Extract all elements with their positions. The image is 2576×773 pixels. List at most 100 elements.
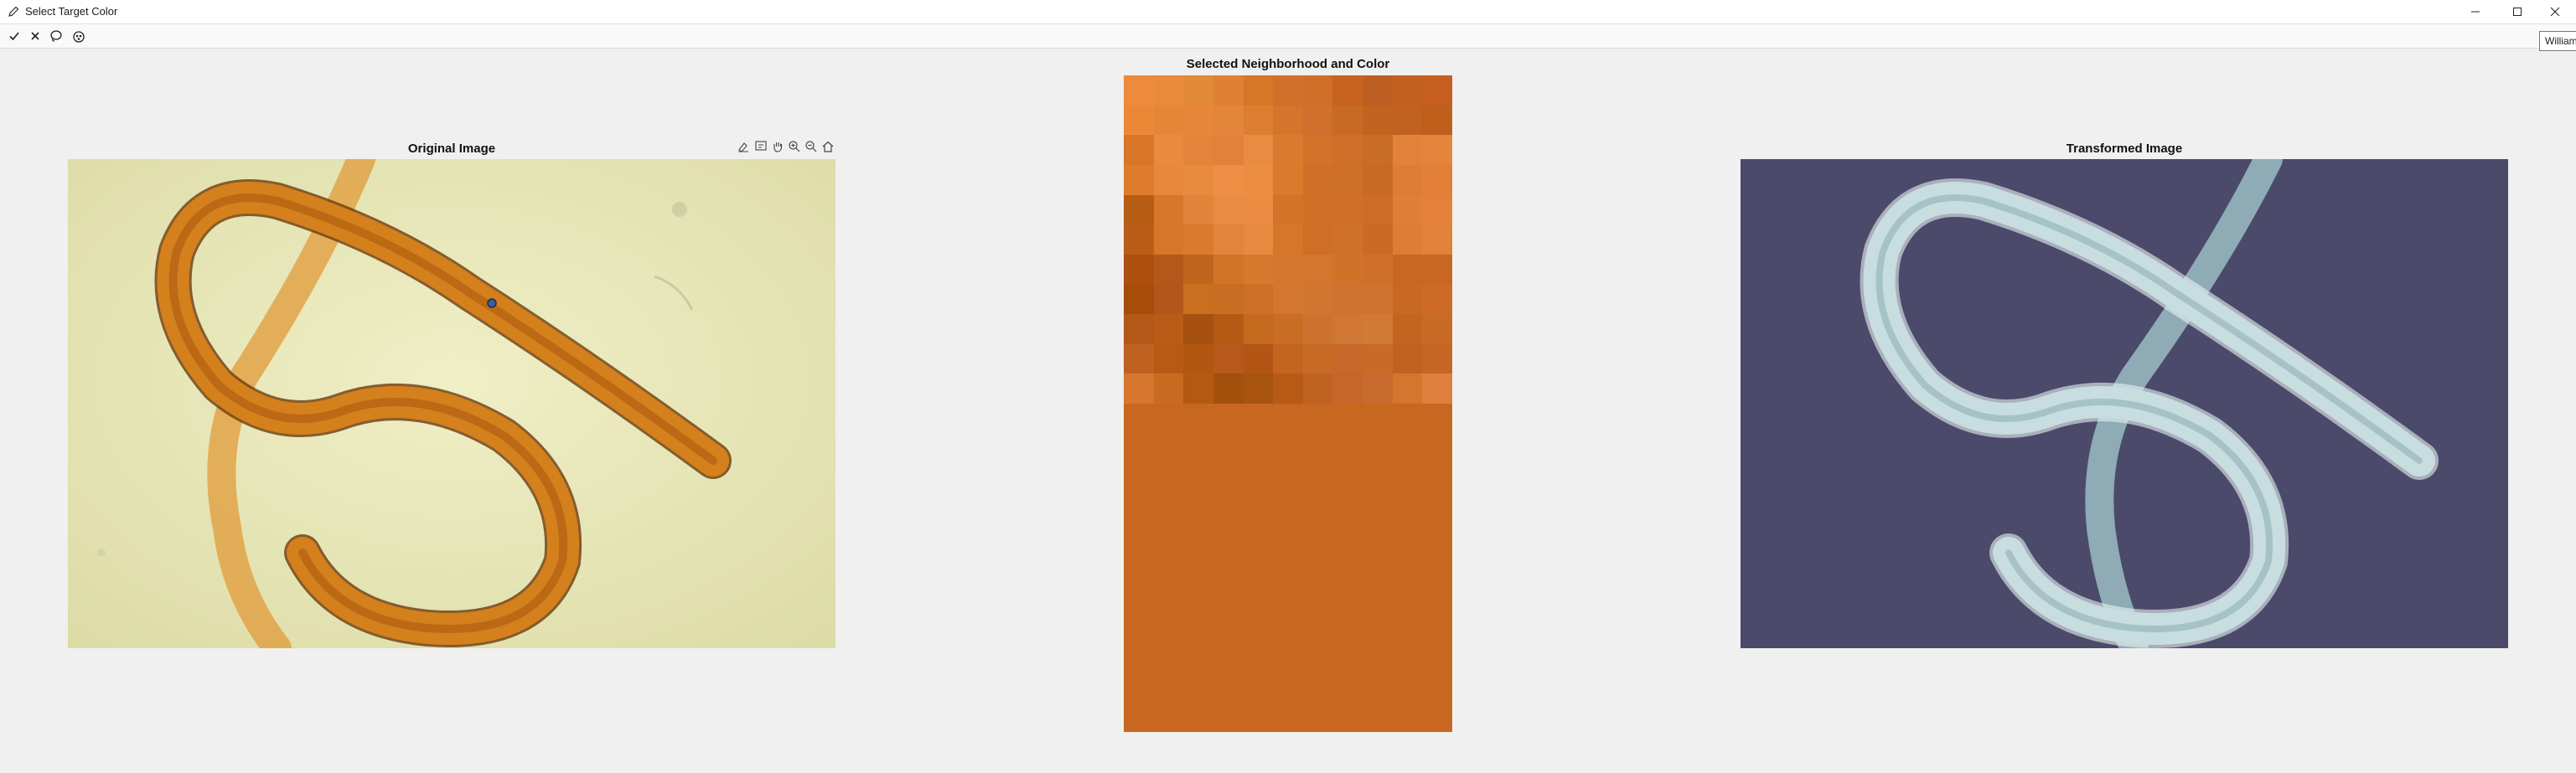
neighborhood-pixel bbox=[1213, 164, 1244, 195]
neighborhood-pixel bbox=[1183, 254, 1213, 285]
selection-marker[interactable] bbox=[487, 298, 497, 308]
neighborhood-pixel bbox=[1332, 224, 1363, 255]
neighborhood-pixel bbox=[1153, 105, 1184, 136]
neighborhood-pixel bbox=[1332, 135, 1363, 165]
neighborhood-pixel bbox=[1243, 284, 1274, 315]
home-icon bbox=[822, 141, 834, 152]
lasso-icon bbox=[50, 30, 62, 42]
pan-hand-icon bbox=[773, 142, 783, 152]
transformed-image-axes[interactable] bbox=[1741, 159, 2508, 648]
neighborhood-pixel bbox=[1153, 314, 1184, 344]
zoom-out-button[interactable] bbox=[804, 139, 819, 154]
neighborhood-pixel bbox=[1392, 75, 1423, 106]
neighborhood-pixel bbox=[1392, 105, 1423, 136]
neighborhood-pixel bbox=[1124, 224, 1154, 255]
neighborhood-pixel bbox=[1363, 284, 1393, 315]
accept-button[interactable] bbox=[6, 28, 23, 44]
color-picker-button[interactable] bbox=[70, 28, 87, 44]
neighborhood-title: Selected Neighborhood and Color bbox=[1186, 57, 1390, 71]
pencil-icon bbox=[8, 6, 19, 17]
neighborhood-pixel bbox=[1213, 75, 1244, 106]
neighborhood-pixel bbox=[1422, 374, 1452, 404]
lasso-button[interactable] bbox=[48, 28, 65, 44]
neighborhood-pixel bbox=[1273, 343, 1303, 374]
neighborhood-pixel bbox=[1273, 374, 1303, 404]
neighborhood-pixel bbox=[1422, 343, 1452, 374]
neighborhood-pixel bbox=[1124, 343, 1154, 374]
neighborhood-pixel bbox=[1213, 314, 1244, 344]
neighborhood-pixel bbox=[1213, 105, 1244, 136]
neighborhood-pixel bbox=[1273, 224, 1303, 255]
neighborhood-pixel bbox=[1243, 374, 1274, 404]
neighborhood-pixel bbox=[1392, 135, 1423, 165]
neighborhood-pixel bbox=[1213, 254, 1244, 285]
close-button[interactable] bbox=[2536, 0, 2574, 23]
original-image-title: Original Image bbox=[407, 142, 496, 156]
neighborhood-pixel bbox=[1153, 343, 1184, 374]
neighborhood-pixel bbox=[1153, 75, 1184, 106]
neighborhood-pixel bbox=[1213, 284, 1244, 315]
neighborhood-pixel bbox=[1302, 135, 1333, 165]
neighborhood-pixel bbox=[1302, 343, 1333, 374]
neighborhood-pixel bbox=[1153, 194, 1184, 225]
neighborhood-pixel bbox=[1273, 314, 1303, 344]
zoom-out-icon bbox=[805, 141, 817, 152]
neighborhood-pixel bbox=[1302, 105, 1333, 136]
neighborhood-pixel bbox=[1392, 284, 1423, 315]
zoom-in-button[interactable] bbox=[787, 139, 802, 154]
neighborhood-pixel bbox=[1213, 135, 1244, 165]
neighborhood-pixel bbox=[1213, 194, 1244, 225]
neighborhood-pixel bbox=[1243, 105, 1274, 136]
neighborhood-pixel bbox=[1273, 164, 1303, 195]
neighborhood-pixel bbox=[1124, 135, 1154, 165]
neighborhood-pixel bbox=[1243, 254, 1274, 285]
neighborhood-pixel bbox=[1124, 314, 1154, 344]
neighborhood-pixel bbox=[1302, 254, 1333, 285]
neighborhood-pixel bbox=[1422, 254, 1452, 285]
neighborhood-pixel bbox=[1183, 314, 1213, 344]
neighborhood-pixel bbox=[1273, 254, 1303, 285]
home-button[interactable] bbox=[820, 139, 835, 154]
original-image-axes[interactable] bbox=[68, 159, 835, 648]
neighborhood-pixel bbox=[1302, 164, 1333, 195]
neighborhood-pixel bbox=[1332, 105, 1363, 136]
neighborhood-pixel bbox=[1392, 314, 1423, 344]
selected-color-swatch bbox=[1124, 404, 1452, 732]
brush-icon bbox=[738, 142, 748, 152]
transformed-image-title: Transformed Image bbox=[2066, 142, 2183, 156]
neighborhood-pixel bbox=[1183, 224, 1213, 255]
neighborhood-pixel bbox=[1422, 224, 1452, 255]
datatip-button[interactable] bbox=[753, 139, 768, 154]
neighborhood-pixel bbox=[1332, 284, 1363, 315]
neighborhood-pixel bbox=[1422, 194, 1452, 225]
brush-button[interactable] bbox=[736, 139, 751, 154]
neighborhood-pixel bbox=[1302, 314, 1333, 344]
neighborhood-pixel bbox=[1153, 164, 1184, 195]
figure-toolbar bbox=[0, 24, 2576, 49]
minimize-button[interactable] bbox=[2456, 0, 2495, 23]
neighborhood-pixel bbox=[1422, 284, 1452, 315]
neighborhood-pixel bbox=[1422, 314, 1452, 344]
pan-button[interactable] bbox=[770, 139, 785, 154]
maximize-icon bbox=[2513, 8, 2522, 16]
neighborhood-pixel bbox=[1422, 164, 1452, 195]
neighborhood-pixel bbox=[1363, 314, 1393, 344]
neighborhood-pixel bbox=[1363, 75, 1393, 106]
neighborhood-pixel bbox=[1153, 374, 1184, 404]
neighborhood-pixel bbox=[1124, 75, 1154, 106]
neighborhood-pixel bbox=[1332, 75, 1363, 106]
neighborhood-pixel bbox=[1243, 224, 1274, 255]
neighborhood-pixel bbox=[1392, 254, 1423, 285]
neighborhood-pixel bbox=[1332, 164, 1363, 195]
cancel-button[interactable] bbox=[27, 28, 44, 44]
window-title: Select Target Color bbox=[25, 5, 118, 18]
neighborhood-pixel bbox=[1273, 105, 1303, 136]
neighborhood-pixel bbox=[1392, 224, 1423, 255]
neighborhood-pixel bbox=[1213, 374, 1244, 404]
neighborhood-pixel bbox=[1243, 75, 1274, 106]
neighborhood-pixel bbox=[1363, 135, 1393, 165]
neighborhood-pixel bbox=[1183, 164, 1213, 195]
maximize-button[interactable] bbox=[2498, 0, 2537, 23]
neighborhood-pixel bbox=[1363, 194, 1393, 225]
neighborhood-pixel bbox=[1243, 314, 1274, 344]
